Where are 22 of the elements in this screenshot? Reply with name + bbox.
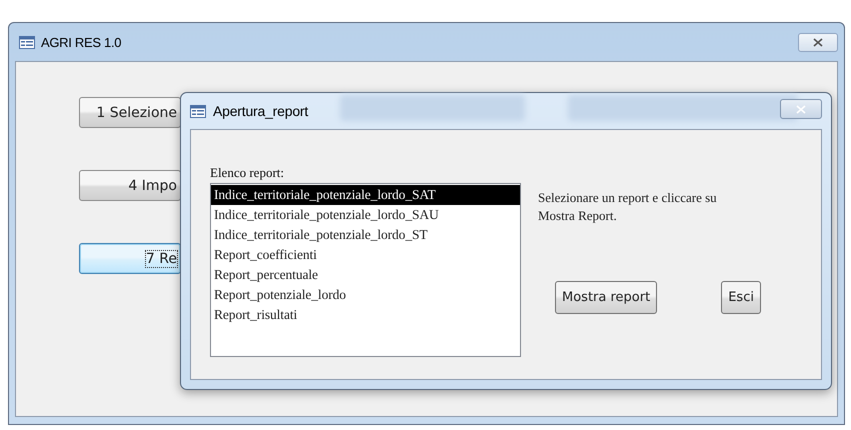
dialog-title: Apertura_report [213, 103, 308, 119]
list-item[interactable]: Indice_territoriale_potenziale_lordo_ST [211, 225, 520, 245]
close-button[interactable] [798, 32, 838, 52]
menu-button[interactable]: 4 Impo [79, 170, 181, 201]
close-button[interactable] [780, 99, 822, 119]
list-item[interactable]: Indice_territoriale_potenziale_lordo_SAU [211, 205, 520, 225]
close-icon [796, 104, 806, 114]
menu-button[interactable]: 7 Re [79, 243, 181, 274]
list-item[interactable]: Report_percentuale [211, 265, 520, 285]
form-icon [19, 36, 35, 48]
menu-button[interactable]: 1 Selezione [79, 97, 181, 128]
dialog-button[interactable]: Mostra report [555, 281, 658, 314]
list-item[interactable]: Report_risultati [211, 305, 520, 325]
list-label: Elenco report: [210, 165, 285, 181]
instruction-text: Selezionare un report e cliccare su Mostra Report. [538, 189, 718, 225]
close-icon [813, 38, 823, 46]
list-item[interactable]: Indice_territoriale_potenziale_lordo_SAT [211, 185, 520, 205]
window-title: AGRI RES 1.0 [41, 34, 122, 50]
form-icon [190, 104, 206, 118]
list-item[interactable]: Report_coefficienti [211, 245, 520, 265]
dialog-button[interactable]: Esci [721, 281, 761, 314]
list-item[interactable]: Report_potenziale_lordo [211, 285, 520, 305]
